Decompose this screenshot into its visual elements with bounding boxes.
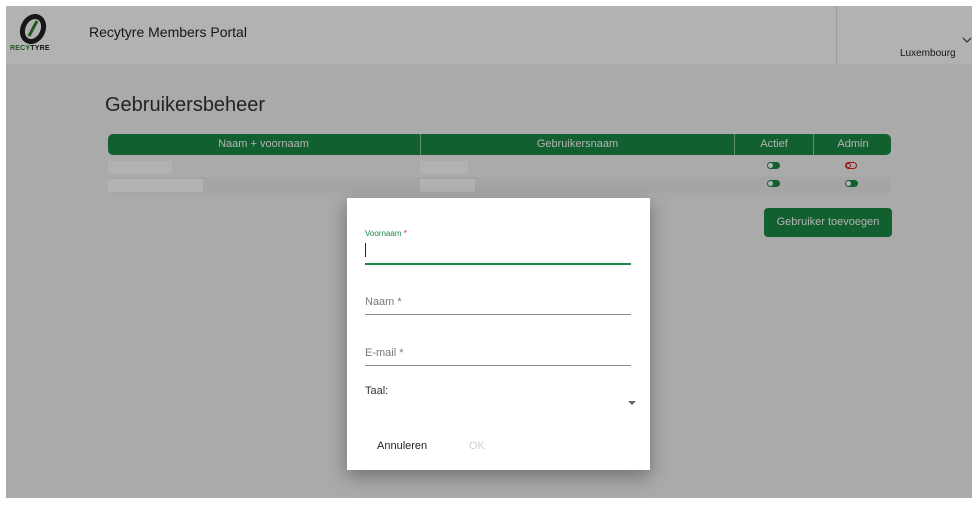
required-mark: * bbox=[397, 296, 402, 308]
cancel-button[interactable]: Annuleren bbox=[377, 440, 427, 452]
required-mark: * bbox=[399, 347, 404, 359]
first-name-field[interactable]: Voornaam * bbox=[365, 229, 631, 265]
text-cursor bbox=[365, 243, 366, 257]
first-name-label: Voornaam * bbox=[365, 229, 631, 238]
email-underline bbox=[365, 365, 631, 366]
ok-button[interactable]: OK bbox=[469, 440, 485, 452]
add-user-dialog: Voornaam * Naam * E-mail * Taal: Annuler… bbox=[347, 198, 650, 470]
first-name-underline bbox=[365, 263, 631, 265]
first-name-label-text: Voornaam bbox=[365, 229, 402, 238]
last-name-label: Naam * bbox=[365, 296, 631, 308]
language-label: Taal: bbox=[365, 385, 389, 397]
email-label-text: E-mail bbox=[365, 347, 397, 359]
email-field[interactable]: E-mail * bbox=[365, 347, 631, 367]
last-name-label-text: Naam bbox=[365, 296, 395, 308]
app-window: RECYTYRE Recytyre Members Portal Luxembo… bbox=[6, 6, 972, 498]
required-mark: * bbox=[403, 229, 407, 238]
last-name-underline bbox=[365, 314, 631, 315]
email-label: E-mail * bbox=[365, 347, 631, 359]
language-select-arrow-icon[interactable] bbox=[628, 401, 636, 405]
last-name-field[interactable]: Naam * bbox=[365, 296, 631, 316]
